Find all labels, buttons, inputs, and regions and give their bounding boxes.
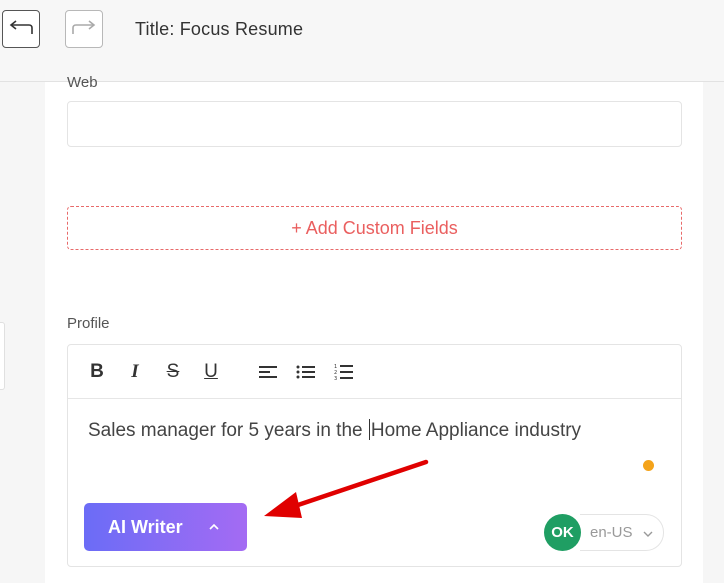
chevron-down-icon: [643, 531, 653, 537]
strikethrough-icon: S: [166, 361, 180, 382]
profile-editor: B I S U 1 2 3 Sales manager for 5 years …: [67, 344, 682, 567]
ai-writer-button[interactable]: AI Writer: [84, 503, 247, 551]
redo-button[interactable]: [65, 10, 103, 48]
align-left-icon: [259, 366, 277, 378]
language-select[interactable]: en-US: [580, 514, 664, 551]
spellcheck-status-badge: OK: [544, 514, 581, 551]
redo-arrow-icon: [72, 20, 96, 34]
chevron-up-icon: [209, 523, 219, 530]
profile-text-after-caret: Home Appliance industry: [370, 420, 582, 441]
undo-button[interactable]: [2, 10, 40, 48]
add-custom-fields-button[interactable]: + Add Custom Fields: [67, 206, 682, 250]
web-field-label: Web: [67, 74, 98, 88]
strikethrough-button[interactable]: S: [162, 361, 184, 383]
align-left-button[interactable]: [257, 361, 279, 383]
italic-icon: I: [131, 361, 139, 382]
page-title: Title: Focus Resume: [135, 19, 304, 39]
underline-button[interactable]: U: [200, 361, 222, 383]
language-value: en-US: [590, 524, 633, 541]
numbered-list-button[interactable]: 1 2 3: [333, 361, 355, 383]
numbered-list-icon: 1 2 3: [334, 364, 353, 381]
profile-label: Profile: [67, 315, 110, 332]
bullet-list-button[interactable]: [295, 361, 317, 383]
bold-icon: B: [90, 361, 104, 382]
svg-text:3: 3: [334, 376, 337, 381]
editor-toolbar: B I S U 1 2 3: [68, 345, 681, 399]
bullet-list-icon: [296, 365, 315, 379]
profile-text[interactable]: Sales manager for 5 years in the Home Ap…: [88, 419, 581, 442]
bold-button[interactable]: B: [86, 361, 108, 383]
undo-arrow-icon: [9, 20, 33, 34]
form-card: Web + Add Custom Fields Profile B I S U: [45, 74, 703, 583]
top-bar: Title: Focus Resume: [0, 0, 724, 82]
italic-button[interactable]: I: [124, 361, 146, 383]
underline-icon: U: [204, 361, 218, 382]
text-caret: [368, 419, 370, 440]
ai-writer-label: AI Writer: [108, 516, 183, 537]
side-panel-handle[interactable]: [0, 322, 5, 390]
status-indicator-dot: [643, 460, 654, 471]
profile-text-before-caret: Sales manager for 5 years in the: [88, 420, 368, 441]
web-input[interactable]: [67, 101, 682, 147]
